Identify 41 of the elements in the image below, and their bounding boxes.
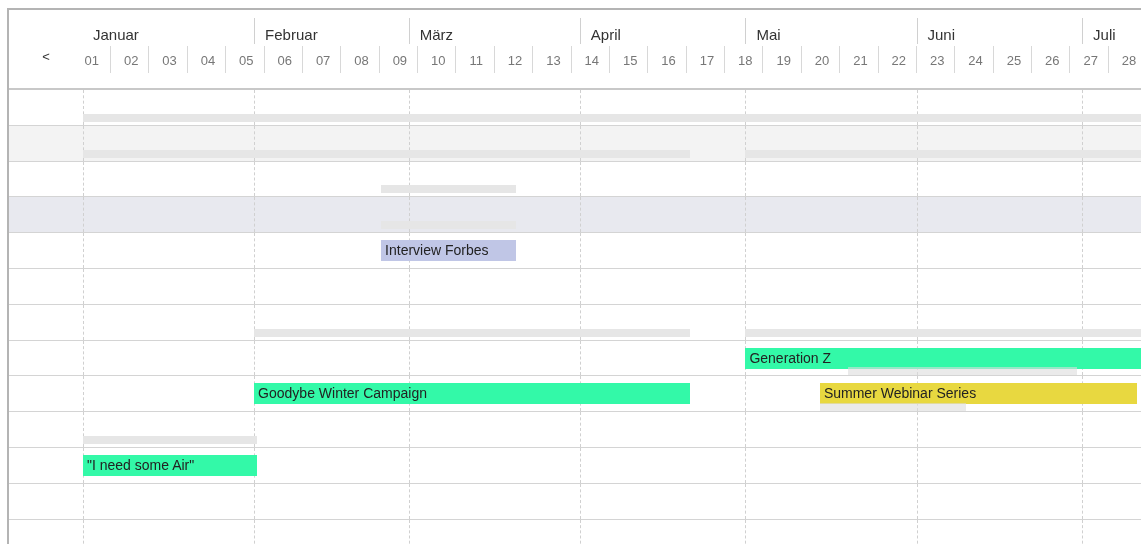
week-label: 02 — [109, 46, 139, 73]
month-label: Februar — [254, 18, 318, 44]
week-label: 17 — [685, 46, 715, 73]
week-label: 03 — [148, 46, 177, 73]
month-label: Juni — [916, 18, 956, 44]
week-label: 15 — [608, 46, 638, 73]
week-label: 08 — [340, 46, 369, 73]
week-label: 28 — [1107, 46, 1137, 73]
week-label: 04 — [186, 46, 216, 73]
week-label: 13 — [532, 46, 561, 73]
week-label: 01 — [83, 52, 100, 70]
week-label: 19 — [762, 46, 791, 73]
week-label: 27 — [1069, 46, 1098, 73]
week-label: 16 — [647, 46, 676, 73]
month-label: Januar — [92, 25, 139, 43]
week-label: 07 — [301, 46, 331, 73]
month-label: Juli — [1082, 18, 1116, 44]
week-label: 18 — [724, 46, 753, 73]
week-label: 14 — [570, 46, 599, 73]
week-label: 24 — [954, 46, 983, 73]
task-bar[interactable]: Goodybe Winter Campaign — [254, 383, 691, 405]
week-label: 23 — [915, 46, 945, 73]
week-label: 21 — [839, 46, 868, 73]
week-label: 25 — [992, 46, 1022, 73]
previous-button[interactable]: < — [9, 10, 83, 88]
task-bar[interactable]: "I need some Air" — [83, 454, 257, 476]
week-label: 06 — [263, 46, 292, 73]
week-label: 11 — [455, 46, 483, 73]
month-label: März — [408, 18, 453, 44]
week-label: 12 — [493, 46, 523, 73]
week-label: 20 — [800, 46, 830, 73]
week-label: 22 — [877, 46, 907, 73]
week-label: 05 — [225, 46, 254, 73]
month-label: Mai — [745, 18, 781, 44]
month-label: April — [579, 18, 621, 44]
task-bar[interactable]: Generation Z — [745, 347, 1141, 369]
week-label: 09 — [378, 46, 408, 73]
task-bar[interactable]: Summer Webinar Series — [819, 383, 1138, 405]
week-label: 10 — [417, 46, 446, 73]
week-label: 26 — [1031, 46, 1060, 73]
task-bar[interactable]: Interview Forbes — [381, 240, 517, 262]
